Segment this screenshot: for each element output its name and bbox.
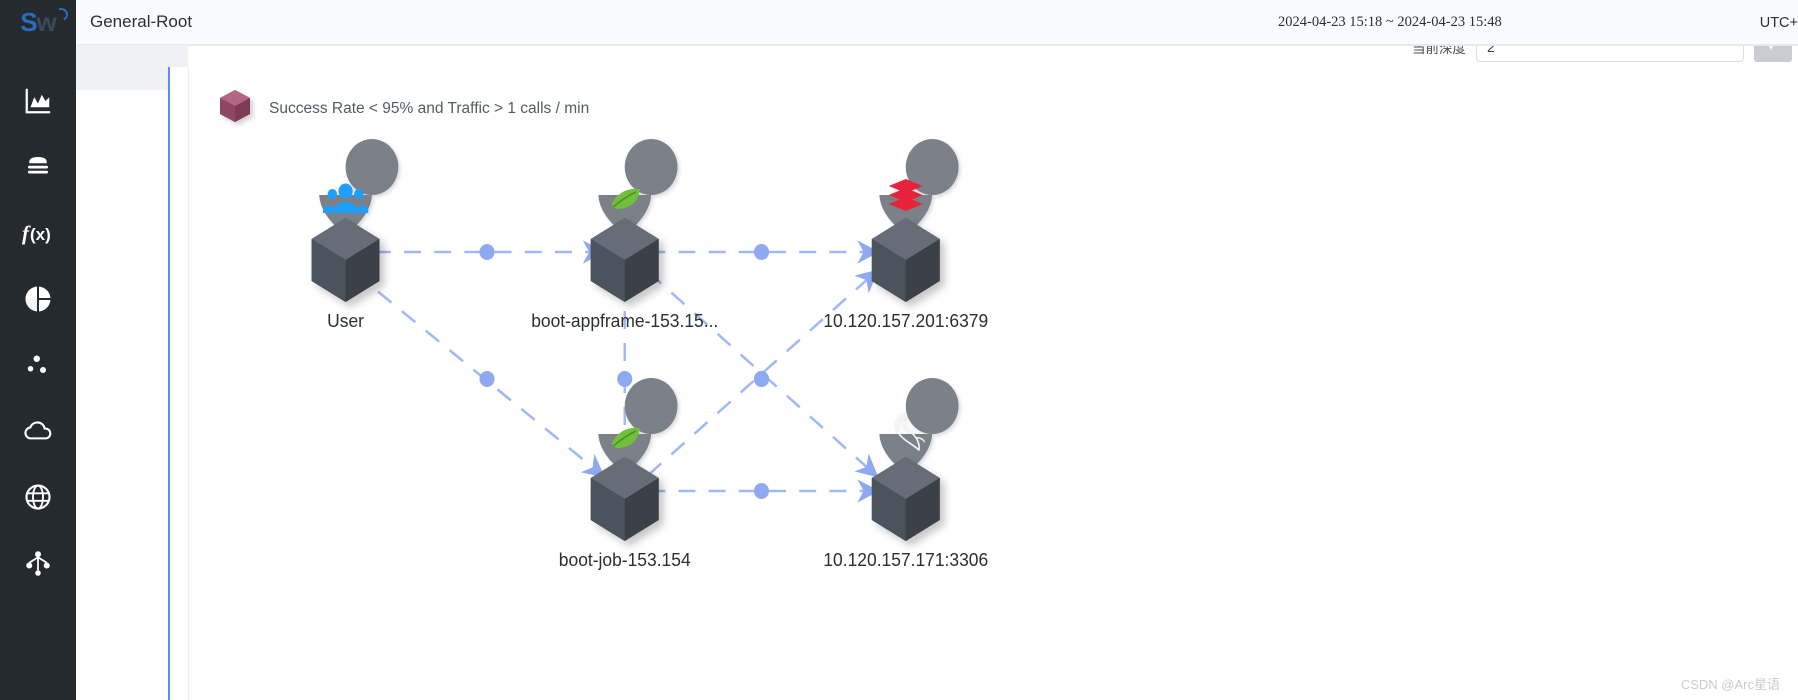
edge-dot <box>753 244 770 260</box>
chart-bar-icon <box>23 86 53 116</box>
edge-dot <box>617 371 633 387</box>
sidebar-item-topology[interactable] <box>0 530 76 596</box>
edge-appframe-redis[interactable] <box>648 240 880 264</box>
cursor-arrow-icon <box>1764 46 1782 58</box>
edge-user-appframe[interactable] <box>373 240 605 264</box>
sidebar-item-dashboard[interactable] <box>0 68 76 134</box>
node-label: 10.120.157.171:3306 <box>823 550 988 571</box>
dots-scatter-icon <box>23 350 53 380</box>
depth-label: 当前深度 <box>1412 45 1466 56</box>
depth-input[interactable] <box>1476 46 1744 62</box>
sidebar-nav: f (x) <box>0 68 76 596</box>
cloud-icon <box>22 416 54 446</box>
logo-text: Sw <box>20 5 70 38</box>
node-redis[interactable]: 10.120.157.201:6379 <box>823 139 988 331</box>
sidebar-item-cloud[interactable] <box>0 398 76 464</box>
sidebar-item-function[interactable]: f (x) <box>0 200 76 266</box>
time-range-picker[interactable]: 2024-04-23 15:18 ~ 2024-04-23 15:48 <box>1278 14 1502 31</box>
node-job[interactable]: boot-job-153.154 <box>559 378 691 570</box>
edge-dot <box>753 483 770 499</box>
watermark: CSDN @Arc星语 <box>1680 677 1780 692</box>
node-user[interactable]: User <box>311 139 399 332</box>
node-cube <box>871 218 940 302</box>
edge-dot <box>479 244 495 260</box>
logo-s: S <box>20 6 37 37</box>
sidebar-item-network[interactable] <box>0 464 76 530</box>
app-root: Sw f (x) General-Root 2024-04-23 15:18 ~… <box>0 0 1798 700</box>
depth-control: 当前深度 <box>1412 45 1792 62</box>
app-logo[interactable]: Sw <box>0 0 76 44</box>
node-cube <box>590 457 659 541</box>
left-sidebar: Sw f (x) <box>0 0 76 700</box>
pie-chart-icon <box>23 284 53 314</box>
topology-icon <box>23 548 53 578</box>
edge-user-job[interactable] <box>353 270 606 478</box>
sidebar-item-service[interactable] <box>0 134 76 200</box>
function-fx-icon: f (x) <box>21 218 55 248</box>
globe-icon <box>23 482 53 512</box>
node-label: 10.120.157.201:6379 <box>823 311 988 332</box>
sidebar-item-report[interactable] <box>0 266 76 332</box>
edge-dot <box>753 371 770 387</box>
spring-leaf-icon <box>598 378 678 474</box>
edge-job-mysql[interactable] <box>648 479 880 503</box>
sidebar-item-trace[interactable] <box>0 332 76 398</box>
logo-w: w <box>36 6 57 37</box>
main-area: General-Root 2024-04-23 15:18 ~ 2024-04-… <box>76 0 1798 700</box>
spring-leaf-icon <box>598 139 678 235</box>
page-title: General-Root <box>90 12 193 31</box>
layers-stack-icon <box>23 152 53 182</box>
depth-control-strip: 当前深度 <box>188 45 1798 67</box>
topology-canvas[interactable]: Success Rate < 95% and Traffic > 1 calls… <box>168 67 1798 700</box>
node-cube <box>590 218 659 302</box>
canvas-left-rule <box>168 67 170 700</box>
canvas-body: Success Rate < 95% and Traffic > 1 calls… <box>188 67 1798 700</box>
svg-text:(x): (x) <box>30 225 51 244</box>
top-bar-right: 2024-04-23 15:18 ~ 2024-04-23 15:48 UTC+ <box>1278 0 1798 45</box>
top-bar: General-Root 2024-04-23 15:18 ~ 2024-04-… <box>76 0 1798 45</box>
edge-dot <box>479 371 495 387</box>
node-label: User <box>327 311 364 332</box>
users-icon <box>319 139 399 235</box>
node-label: boot-job-153.154 <box>559 550 691 571</box>
node-appframe[interactable]: boot-appframe-153.15... <box>531 139 718 331</box>
mysql-dolphin-icon <box>879 378 959 474</box>
node-mysql[interactable]: 10.120.157.171:3306 <box>823 378 988 570</box>
topology-graph[interactable]: User boot-appframe-153.15... 10.120.157.… <box>189 67 1798 700</box>
depth-apply-button[interactable] <box>1754 46 1792 62</box>
node-cube <box>311 218 380 302</box>
node-label: boot-appframe-153.15... <box>531 311 718 332</box>
redis-icon <box>879 139 959 235</box>
node-cube <box>871 457 940 541</box>
timezone-label[interactable]: UTC+ <box>1760 15 1798 31</box>
